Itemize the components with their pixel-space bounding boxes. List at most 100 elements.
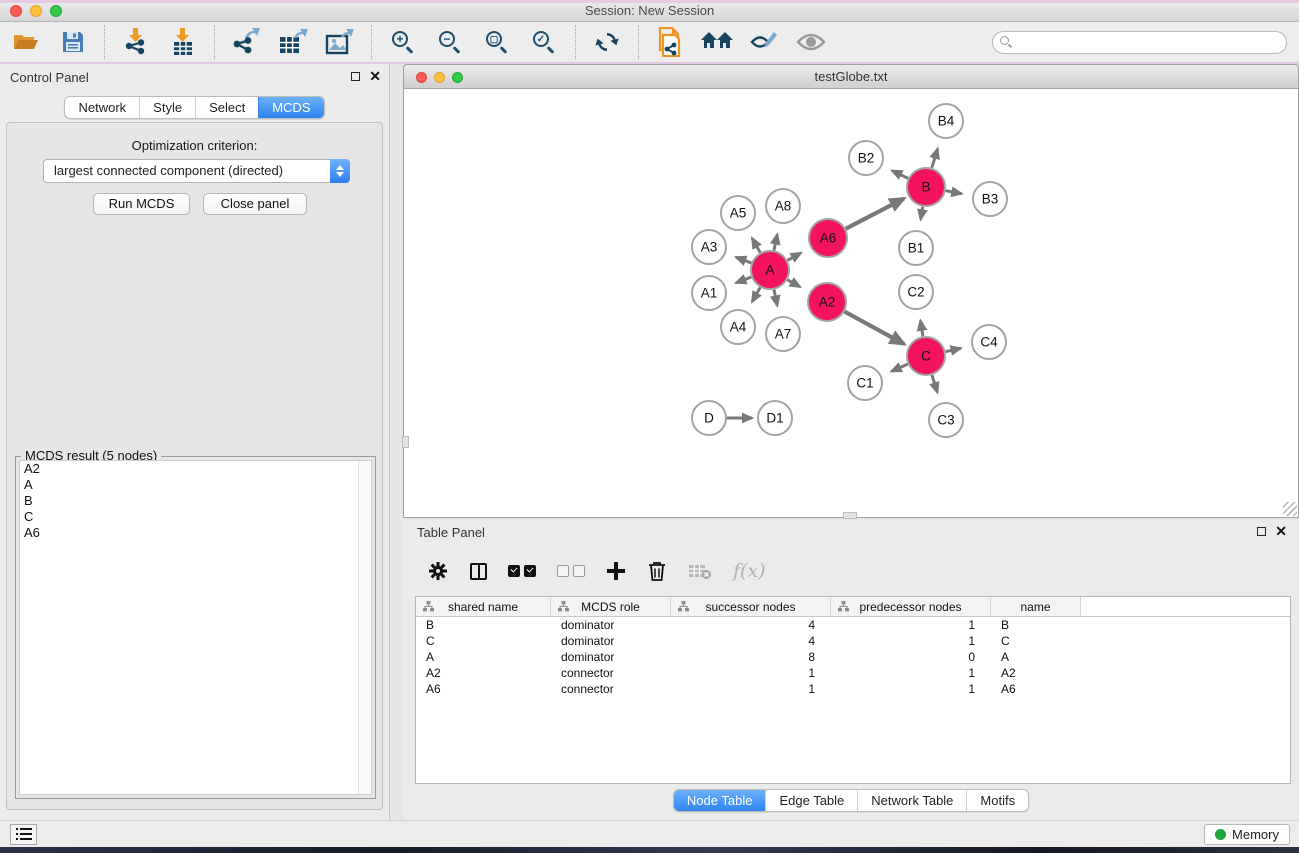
- table-row[interactable]: Cdominator41C: [416, 633, 1290, 649]
- export-image-icon[interactable]: [324, 26, 356, 58]
- table-row[interactable]: Adominator80A: [416, 649, 1290, 665]
- result-item[interactable]: A: [20, 477, 371, 493]
- save-session-icon[interactable]: [57, 26, 89, 58]
- float-panel-icon[interactable]: [351, 72, 360, 81]
- result-item[interactable]: B: [20, 493, 371, 509]
- toggle-panes-icon[interactable]: [470, 563, 487, 580]
- tab-network[interactable]: Network: [65, 97, 139, 118]
- export-table-icon[interactable]: [277, 26, 309, 58]
- edge-B-B2[interactable]: [892, 171, 908, 179]
- task-history-button[interactable]: [10, 824, 37, 845]
- network-canvas[interactable]: B4B2BB3A5A8A6A3AB1A1C2A2A4A7C4C1CC3DD1: [403, 89, 1299, 518]
- run-mcds-button[interactable]: Run MCDS: [93, 193, 190, 215]
- search-input[interactable]: [992, 31, 1287, 54]
- float-table-panel-icon[interactable]: [1257, 527, 1266, 536]
- settings-gear-icon[interactable]: [427, 560, 449, 582]
- add-column-icon[interactable]: [606, 561, 626, 581]
- vertical-scroll-nub[interactable]: [402, 436, 409, 448]
- edge-A-A8[interactable]: [774, 234, 777, 250]
- table-header-row[interactable]: shared nameMCDS rolesuccessor nodesprede…: [416, 597, 1290, 617]
- table-tab-node-table[interactable]: Node Table: [674, 790, 766, 811]
- select-all-checkboxes-icon[interactable]: [508, 565, 536, 577]
- edge-C-C1[interactable]: [892, 364, 908, 371]
- close-table-panel-icon[interactable]: ✕: [1275, 527, 1287, 536]
- tab-select[interactable]: Select: [195, 97, 258, 118]
- delete-table-icon[interactable]: [688, 562, 712, 580]
- horizontal-scroll-nub[interactable]: [843, 512, 857, 519]
- graph-node-C3[interactable]: C3: [929, 403, 963, 437]
- table-tab-motifs[interactable]: Motifs: [966, 790, 1028, 811]
- function-builder-icon[interactable]: f(x): [733, 560, 766, 582]
- graph-node-A3[interactable]: A3: [692, 230, 726, 264]
- graph-node-D1[interactable]: D1: [758, 401, 792, 435]
- graph-node-C[interactable]: C: [907, 337, 945, 375]
- eye-icon[interactable]: [795, 26, 827, 58]
- edge-A-A3[interactable]: [736, 257, 751, 263]
- graph-node-A4[interactable]: A4: [721, 310, 755, 344]
- column-header-successor-nodes[interactable]: successor nodes: [671, 597, 831, 616]
- graph-node-C1[interactable]: C1: [848, 366, 882, 400]
- graph-node-B2[interactable]: B2: [849, 141, 883, 175]
- edge-A-A1[interactable]: [736, 277, 751, 283]
- graph-node-A2[interactable]: A2: [808, 283, 846, 321]
- edge-A2-C[interactable]: [845, 312, 904, 344]
- result-item[interactable]: C: [20, 509, 371, 525]
- result-item[interactable]: A2: [20, 461, 371, 477]
- table-row[interactable]: A6connector11A6: [416, 681, 1290, 697]
- edge-A-A4[interactable]: [752, 287, 760, 301]
- result-list-scrollbar[interactable]: [358, 461, 371, 794]
- table-tab-network-table[interactable]: Network Table: [857, 790, 966, 811]
- open-file-icon[interactable]: [10, 26, 42, 58]
- graph-node-A1[interactable]: A1: [692, 276, 726, 310]
- graph-node-C4[interactable]: C4: [972, 325, 1006, 359]
- result-item[interactable]: A6: [20, 525, 371, 541]
- table-row[interactable]: Bdominator41B: [416, 617, 1290, 633]
- graph-node-A5[interactable]: A5: [721, 196, 755, 230]
- table-tab-edge-table[interactable]: Edge Table: [765, 790, 857, 811]
- column-header-shared-name[interactable]: shared name: [416, 597, 551, 616]
- zoom-out-icon[interactable]: −: [434, 26, 466, 58]
- graph-node-D[interactable]: D: [692, 401, 726, 435]
- network-window-titlebar[interactable]: testGlobe.txt: [403, 64, 1299, 89]
- edge-A6-B[interactable]: [846, 199, 904, 229]
- edge-C-C3[interactable]: [932, 375, 937, 392]
- delete-column-icon[interactable]: [647, 560, 667, 582]
- node-table[interactable]: shared nameMCDS rolesuccessor nodesprede…: [415, 596, 1291, 784]
- edge-A-A2[interactable]: [787, 280, 800, 287]
- edge-B-B4[interactable]: [932, 149, 938, 168]
- graph-node-B1[interactable]: B1: [899, 231, 933, 265]
- graph-node-A6[interactable]: A6: [809, 219, 847, 257]
- edge-C-C4[interactable]: [946, 348, 961, 351]
- tab-mcds[interactable]: MCDS: [258, 97, 323, 118]
- graph-node-B[interactable]: B: [907, 168, 945, 206]
- column-header-name[interactable]: name: [991, 597, 1081, 616]
- import-table-icon[interactable]: [167, 26, 199, 58]
- document-share-icon[interactable]: [654, 26, 686, 58]
- close-panel-icon[interactable]: ✕: [369, 72, 381, 81]
- zoom-fit-icon[interactable]: ▢: [481, 26, 513, 58]
- export-network-icon[interactable]: [230, 26, 262, 58]
- tab-style[interactable]: Style: [139, 97, 195, 118]
- zoom-selected-icon[interactable]: ✓: [528, 26, 560, 58]
- edge-B-B1[interactable]: [921, 207, 923, 220]
- edge-B-B3[interactable]: [946, 191, 962, 194]
- clear-checkboxes-icon[interactable]: [557, 565, 585, 577]
- edge-A-A7[interactable]: [774, 290, 777, 306]
- resize-grip-icon[interactable]: [1283, 502, 1297, 516]
- graph-node-B4[interactable]: B4: [929, 104, 963, 138]
- graph-node-A[interactable]: A: [751, 251, 789, 289]
- column-header-predecessor-nodes[interactable]: predecessor nodes: [831, 597, 991, 616]
- import-network-icon[interactable]: [120, 26, 152, 58]
- graph-node-A7[interactable]: A7: [766, 317, 800, 351]
- table-row[interactable]: A2connector11A2: [416, 665, 1290, 681]
- refresh-icon[interactable]: [591, 26, 623, 58]
- double-house-icon[interactable]: [701, 26, 733, 58]
- mcds-result-list[interactable]: A2ABCA6: [19, 460, 372, 795]
- title-bar[interactable]: Session: New Session: [0, 0, 1299, 22]
- edge-C-C2[interactable]: [920, 321, 922, 337]
- memory-button[interactable]: Memory: [1204, 824, 1290, 845]
- edge-A-A5[interactable]: [752, 238, 760, 252]
- criterion-dropdown[interactable]: largest connected component (directed): [43, 159, 350, 183]
- graph-node-B3[interactable]: B3: [973, 182, 1007, 216]
- close-panel-button[interactable]: Close panel: [203, 193, 307, 215]
